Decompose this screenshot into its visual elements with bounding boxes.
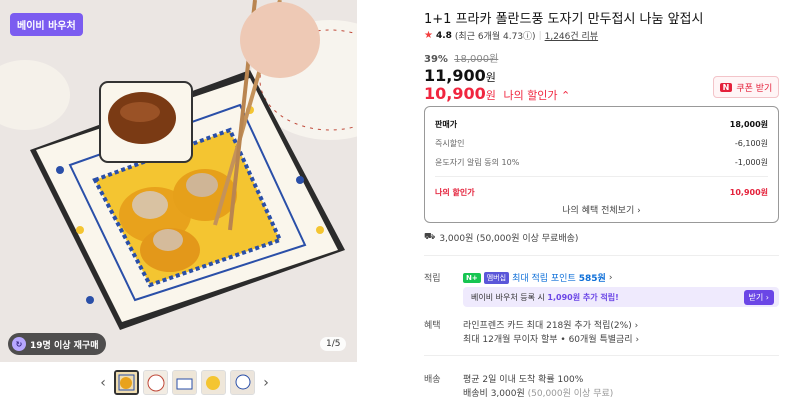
banner-text: 베이비 바우처 등록 시 1,090원 추가 적립!	[471, 292, 619, 303]
image-counter: 1/5	[320, 337, 347, 351]
chevron-right-icon: ›	[608, 272, 613, 283]
divider	[435, 176, 768, 177]
repeat-icon: ↻	[12, 337, 26, 351]
product-title: 1+1 프라카 폴란드풍 도자기 만두접시 나눔 앞접시	[424, 12, 704, 27]
my-discount-price[interactable]: 10,900원 나의 할인가 ⌃	[424, 84, 570, 103]
sale-price: 11,900원	[424, 66, 496, 85]
row-value: -6,100원	[734, 139, 768, 148]
points-row[interactable]: N+ 멤버십 최대 적립 포인트 585원 ›	[463, 271, 612, 284]
delivery-fee-text: 배송비 3,000원	[463, 389, 525, 399]
baby-voucher-banner: 베이비 바우처 등록 시 1,090원 추가 적립! 받기 ›	[463, 287, 779, 307]
baby-voucher-badge: 베이비 바우처	[10, 13, 83, 36]
thumbnail-1[interactable]	[114, 370, 139, 395]
coupon-button[interactable]: N 쿠폰 받기	[713, 76, 779, 98]
naver-n-icon: N	[719, 82, 733, 92]
benefit-label: 혜택	[424, 321, 441, 331]
row-value: 10,900원	[729, 188, 768, 197]
plate-photo	[0, 0, 357, 362]
thumbnail-2[interactable]	[143, 370, 168, 395]
my-price-unit: 원	[485, 89, 496, 102]
star-icon: ★	[424, 30, 433, 41]
coupon-button-label: 쿠폰 받기	[736, 83, 773, 94]
my-price-value: 10,900	[424, 84, 486, 103]
product-info: 1+1 프라카 폴란드풍 도자기 만두접시 나눔 앞접시 ★ 4.8 (최근 6…	[424, 0, 784, 400]
row-label: 윤도자기 알림 동의 10%	[435, 158, 520, 167]
rating-score: 4.8	[435, 30, 452, 41]
rating-recent[interactable]: (최근 6개월 4.73ⓘ)	[455, 29, 536, 42]
membership-badge: 멤버십	[483, 271, 510, 284]
discount-rate: 39%	[424, 54, 448, 65]
sale-price-value: 11,900	[424, 66, 486, 85]
row-label: 판매가	[435, 120, 458, 129]
banner-highlight: 1,090원 추가 적립!	[547, 292, 619, 302]
points-amount: 585원	[578, 274, 606, 284]
price-row-list: 판매가 18,000원	[435, 115, 768, 134]
rating-row: ★ 4.8 (최근 6개월 4.73ⓘ) | 1,246건 리뷰	[424, 29, 598, 42]
repurchase-chip: ↻ 19명 이상 재구매	[8, 333, 107, 355]
card-benefit-link[interactable]: 라인프렌즈 카드 최대 218원 추가 적립(2%) ›	[463, 318, 638, 331]
divider	[424, 355, 779, 356]
product-gallery: 베이비 바우처 ↻ 19명 이상 재구매 1/5 ‹ ›	[0, 0, 357, 400]
delivery-fee-note: (50,000원 이상 무료)	[527, 389, 614, 399]
points-label: 적립	[424, 274, 441, 284]
row-label: 나의 할인가	[435, 188, 475, 197]
price-row-notify: 윤도자기 알림 동의 10% -1,000원	[435, 153, 768, 172]
review-link[interactable]: 1,246건 리뷰	[545, 29, 598, 42]
npay-badge: N+	[463, 272, 481, 283]
truck-icon: ⛟	[424, 232, 436, 242]
thumbnail-4[interactable]	[201, 370, 226, 395]
price-row-final: 나의 할인가 10,900원	[435, 183, 768, 202]
row-value: -1,000원	[734, 158, 768, 167]
delivery-label: 배송	[424, 375, 441, 385]
original-price: 18,000원	[454, 54, 499, 65]
delivery-fee: 배송비 3,000원 (50,000원 이상 무료)	[463, 386, 613, 399]
price-row-instant: 즉시할인 -6,100원	[435, 134, 768, 153]
row-value: 18,000원	[729, 120, 768, 129]
rating-divider: |	[538, 30, 542, 41]
thumbnail-3[interactable]	[172, 370, 197, 395]
thumbnail-5[interactable]	[230, 370, 255, 395]
repurchase-text: 19명 이상 재구매	[30, 340, 99, 351]
installment-link[interactable]: 최대 12개월 무이자 할부 • 60개월 특별금리 ›	[463, 332, 639, 345]
thumb-prev-button[interactable]: ‹	[96, 375, 110, 391]
discount-row: 39% 18,000원	[424, 50, 498, 65]
sale-price-unit: 원	[485, 71, 496, 84]
divider	[424, 255, 779, 256]
main-product-image[interactable]: 베이비 바우처 ↻ 19명 이상 재구매 1/5	[0, 0, 357, 362]
view-all-benefits-link[interactable]: 나의 혜택 전체보기 ›	[425, 203, 778, 216]
delivery-eta: 평균 2일 이내 도착 확률 100%	[463, 375, 584, 385]
price-breakdown-box: 판매가 18,000원 즉시할인 -6,100원 윤도자기 알림 동의 10% …	[424, 106, 779, 223]
points-text: 최대 적립 포인트	[512, 274, 576, 284]
shipping-fee-text: 3,000원 (50,000원 이상 무료배송)	[439, 234, 579, 244]
shipping-fee-row: ⛟ 3,000원 (50,000원 이상 무료배송)	[424, 231, 578, 244]
banner-text-main: 베이비 바우처 등록 시	[471, 292, 545, 302]
row-label: 즉시할인	[435, 139, 465, 148]
thumbnail-strip: ‹ ›	[96, 370, 273, 395]
my-price-label: 나의 할인가 ⌃	[503, 89, 571, 102]
receive-button[interactable]: 받기 ›	[743, 289, 774, 305]
thumb-next-button[interactable]: ›	[259, 375, 273, 391]
